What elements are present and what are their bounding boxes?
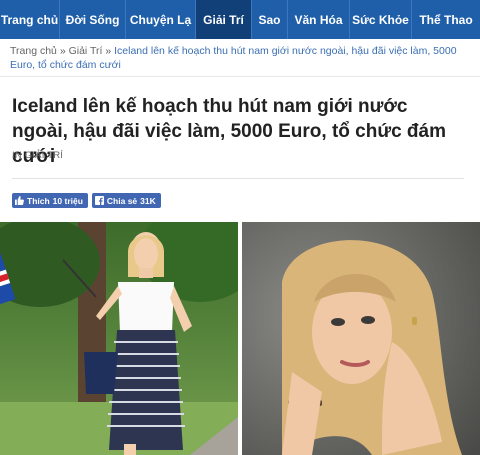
divider [12, 178, 464, 179]
photo-woman-portrait [242, 222, 480, 455]
photo-woman-with-iceland-flag [0, 222, 238, 455]
breadcrumb-separator: » [59, 45, 66, 57]
breadcrumb-home[interactable]: Trang chủ [10, 45, 57, 57]
facebook-share-button[interactable]: Chia sẻ 31K [91, 193, 161, 208]
breadcrumb-separator: » [105, 45, 112, 57]
breadcrumb-category[interactable]: Giải Trí [69, 45, 103, 57]
divider [0, 76, 480, 77]
share-label: Chia sẻ [106, 195, 138, 206]
social-buttons: Thích 10 triệu Chia sẻ 31K [12, 193, 161, 208]
nav-item-sao[interactable]: Sao [252, 0, 288, 39]
nav-item-doi-song[interactable]: Đời Sống [60, 0, 126, 39]
nav-item-giai-tri[interactable]: Giải Trí [196, 0, 252, 39]
article-title: Iceland lên kế hoạch thu hút nam giới nư… [12, 96, 447, 167]
top-nav: Trang chủ Đời Sống Chuyện Lạ Giải Trí Sa… [0, 0, 480, 39]
thumbs-up-icon [15, 196, 24, 205]
nav-item-chuyen-la[interactable]: Chuyện Lạ [126, 0, 196, 39]
nav-item-home[interactable]: Trang chủ [0, 0, 60, 39]
breadcrumb: Trang chủ » Giải Trí » Iceland lên kế ho… [10, 44, 472, 72]
like-count: 10 triệu [52, 195, 83, 206]
facebook-icon [94, 196, 104, 205]
nav-item-van-hoa[interactable]: Văn Hóa [288, 0, 350, 39]
share-count: 31K [140, 195, 156, 206]
like-label: Thích [27, 195, 50, 206]
nav-item-suc-khoe[interactable]: Sức Khỏe [350, 0, 412, 39]
article-category[interactable]: IN GIẢI TRÍ [12, 150, 63, 161]
article-photos [0, 222, 480, 455]
facebook-like-button[interactable]: Thích 10 triệu [12, 193, 88, 208]
nav-item-the-thao[interactable]: Thể Thao [412, 0, 480, 39]
